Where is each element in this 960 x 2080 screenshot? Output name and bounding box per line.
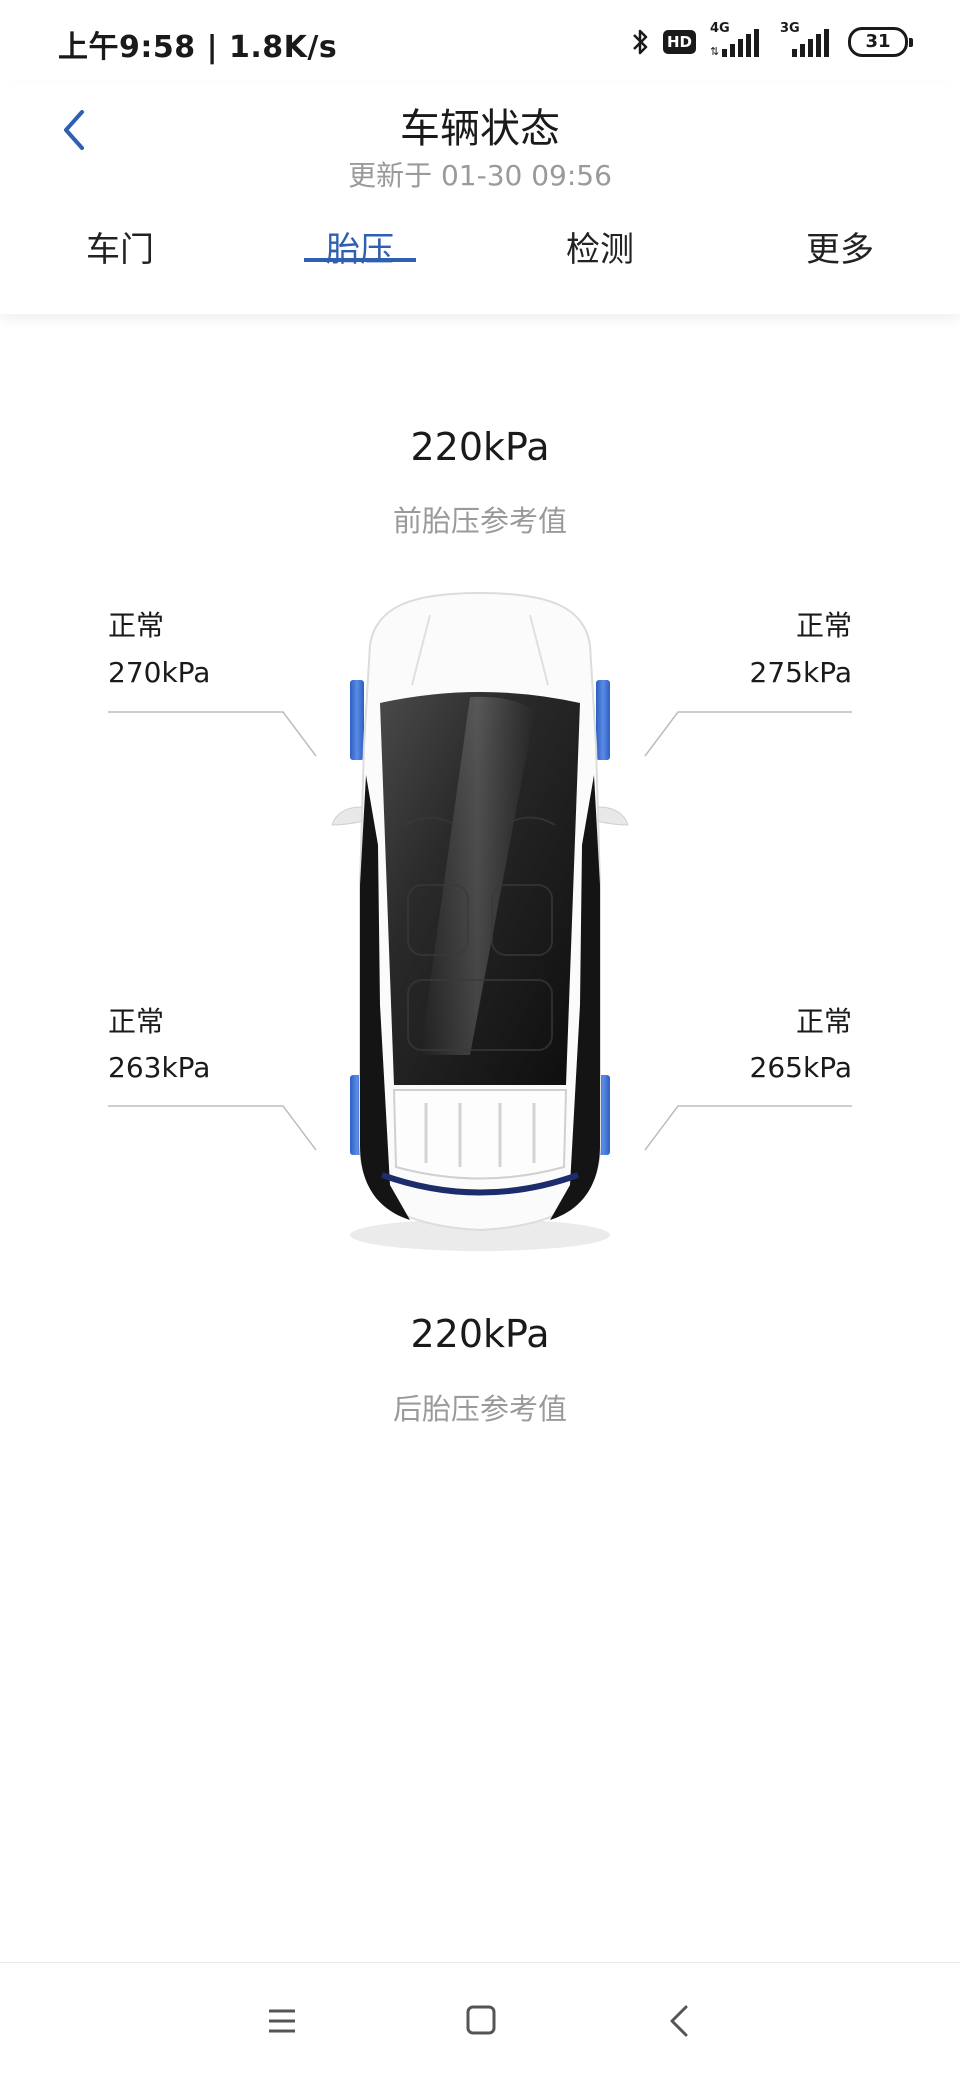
back-icon (670, 2005, 688, 2037)
tab-doors[interactable]: 车门 (40, 220, 200, 310)
tab-detection[interactable]: 检测 (520, 220, 680, 310)
front-left-status: 正常 (108, 609, 165, 642)
page-title: 车辆状态 (400, 106, 560, 152)
home-button[interactable] (456, 1999, 506, 2043)
rear-right-status: 正常 (795, 1005, 852, 1038)
signal-3g-icon: 3G (778, 21, 836, 59)
front-left-tire (350, 680, 364, 760)
home-icon (466, 2005, 496, 2035)
active-tab-indicator (304, 258, 416, 262)
status-time: 上午9:58 | 1.8K/s (58, 30, 338, 65)
rear-reference-value: 220kPa (410, 1312, 550, 1356)
front-right-status: 正常 (795, 609, 852, 642)
header: 车辆状态 更新于 01-30 09:56 车门 胎压 检测 更多 (0, 84, 960, 314)
tab-bar: 车门 胎压 检测 更多 (0, 220, 960, 310)
status-bar: 上午9:58 | 1.8K/s HD 4G ⇅ 3G 31 (0, 0, 960, 84)
hd-icon: HD (662, 30, 696, 54)
battery-icon: 31 (848, 27, 913, 57)
system-nav-bar (0, 1963, 960, 2080)
front-reference-label: 前胎压参考值 (392, 504, 567, 538)
car-top-view-illustration (331, 591, 629, 1251)
rear-right-pressure: 265kPa (749, 1051, 852, 1084)
front-reference-value: 220kPa (410, 425, 550, 469)
front-right-tire (596, 680, 610, 760)
front-right-pressure: 275kPa (749, 656, 852, 689)
update-time: 更新于 01-30 09:56 (348, 159, 612, 192)
status-icons: HD 4G ⇅ 3G 31 (631, 21, 913, 60)
rear-reference-label: 后胎压参考值 (392, 1392, 567, 1426)
front-left-pressure: 270kPa (108, 656, 211, 689)
rear-left-status: 正常 (108, 1005, 165, 1038)
back-nav-button[interactable] (656, 1999, 706, 2043)
tab-tire-pressure[interactable]: 胎压 (280, 220, 440, 310)
signal-4g-icon: 4G ⇅ (708, 21, 766, 59)
menu-icon (269, 2009, 295, 2033)
bluetooth-icon (631, 26, 651, 58)
menu-button[interactable] (257, 1999, 307, 2043)
rear-left-pressure: 263kPa (108, 1051, 211, 1084)
tab-more[interactable]: 更多 (760, 220, 920, 310)
